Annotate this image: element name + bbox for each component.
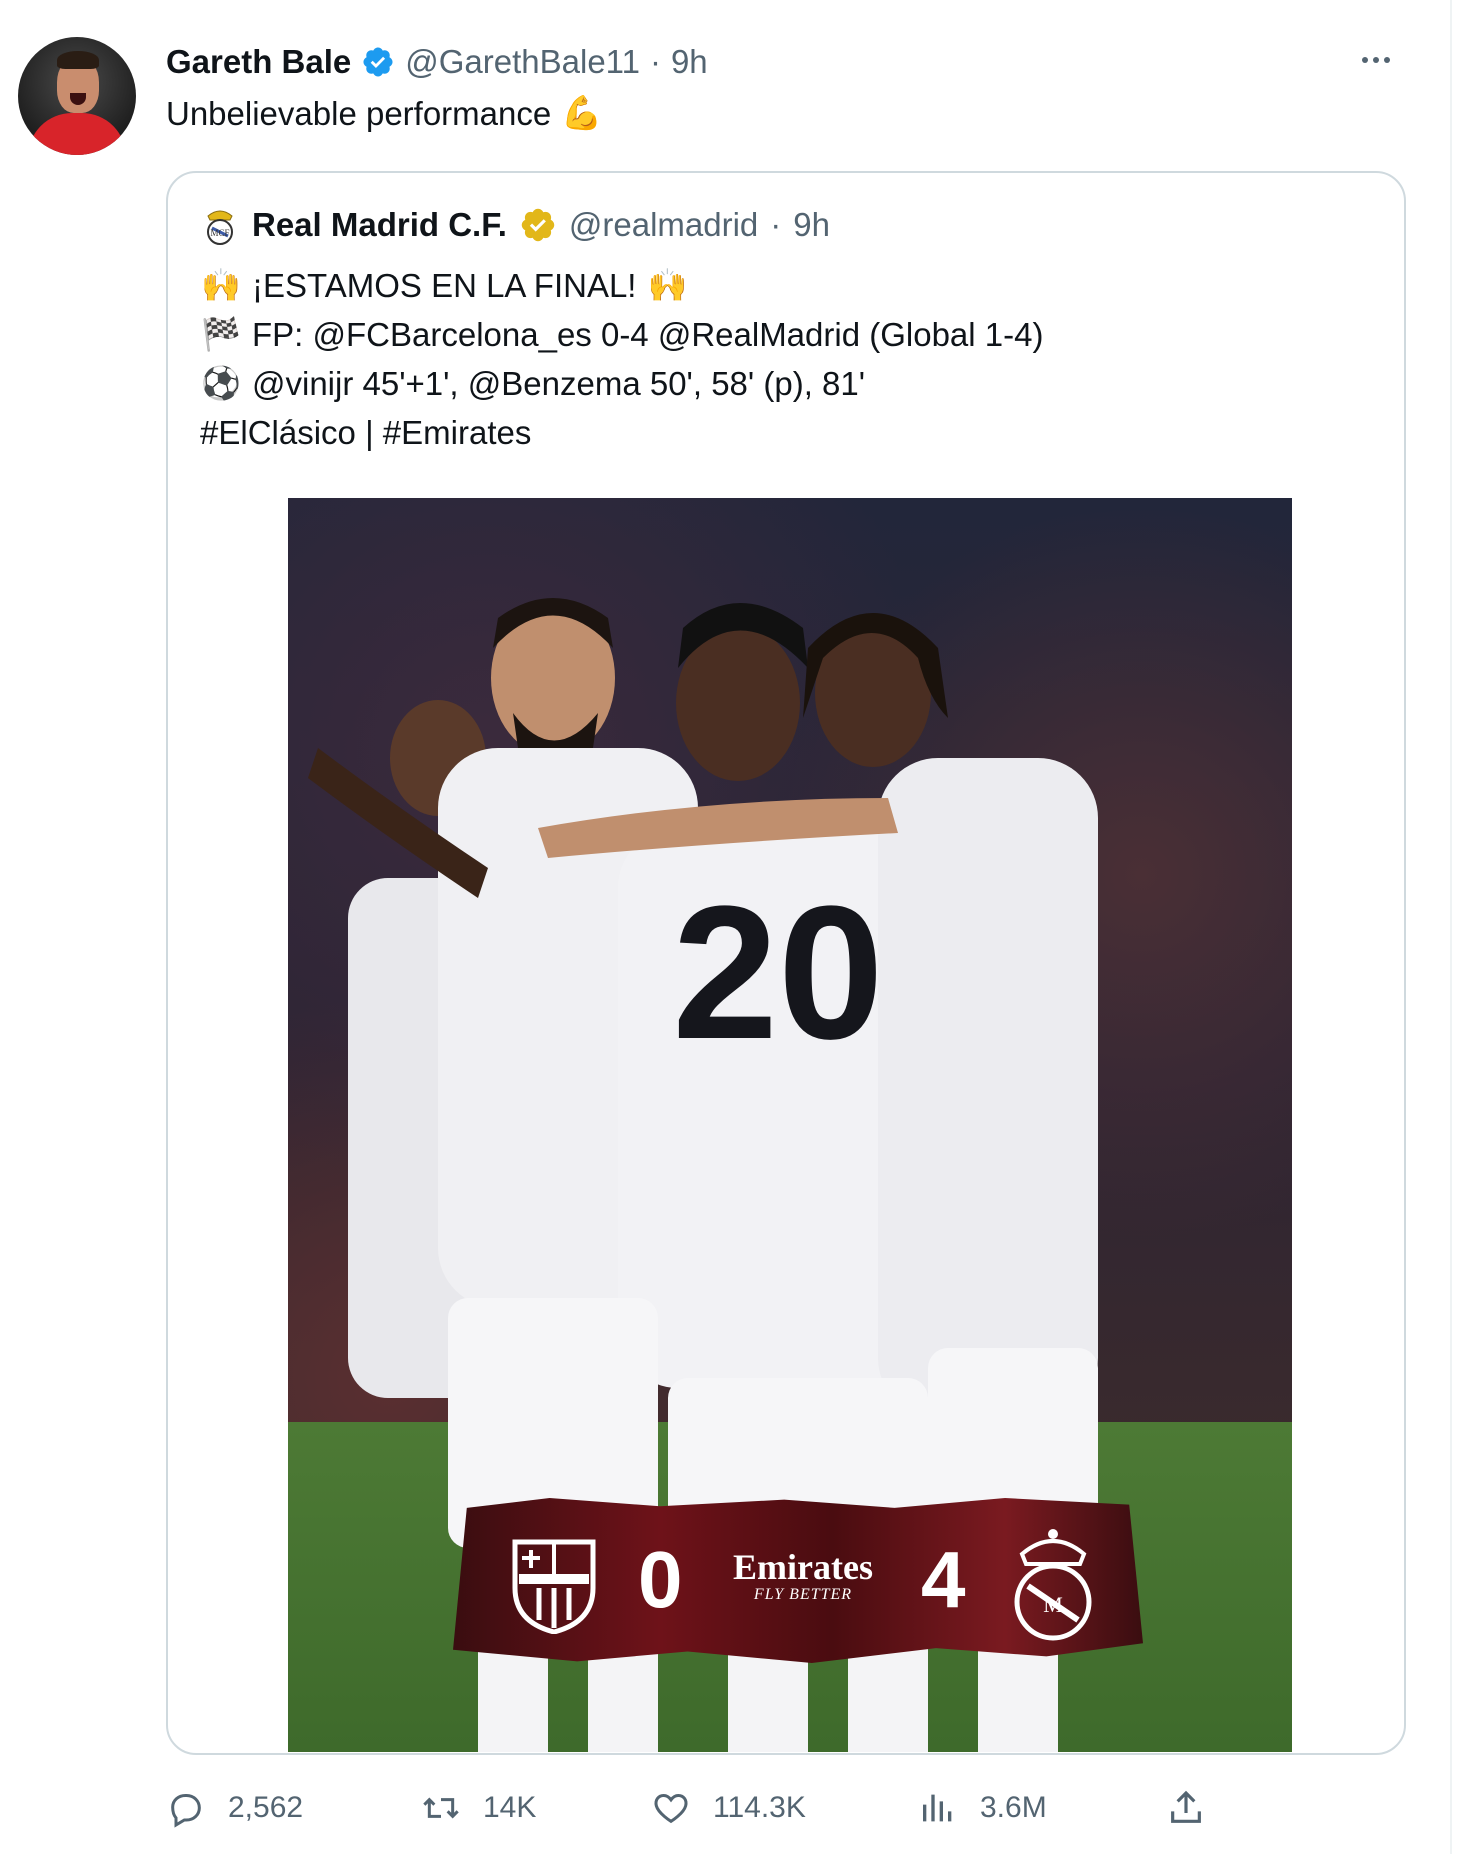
handle[interactable]: @GarethBale11	[405, 43, 640, 81]
quoted-tweet-header: MCF Real Madrid C.F. @realmadrid · 9h	[200, 203, 830, 247]
retweet-button[interactable]: 14K	[421, 1783, 536, 1833]
tweet-header: Gareth Bale @GarethBale11 · 9h	[166, 42, 708, 82]
hashtags-text: #ElClásico | #Emirates	[200, 414, 532, 451]
retweet-icon	[423, 1797, 459, 1819]
quoted-timestamp[interactable]: 9h	[793, 206, 830, 244]
heart-icon	[654, 1793, 688, 1824]
quoted-handle[interactable]: @realmadrid	[569, 206, 758, 244]
separator-dot: ·	[770, 206, 782, 243]
verified-gold-badge-icon	[521, 208, 555, 242]
timestamp[interactable]: 9h	[671, 43, 708, 81]
more-dots-icon	[1362, 57, 1368, 63]
tweet-action-bar: 2,562 14K 114.3K 3.6M	[166, 1783, 1386, 1833]
share-button[interactable]	[1166, 1783, 1206, 1833]
fc-barcelona-crest-icon	[512, 1539, 596, 1634]
home-score: 0	[638, 1535, 683, 1624]
flexed-biceps-emoji-icon: 💪	[561, 94, 603, 131]
like-count: 114.3K	[713, 1791, 806, 1824]
shirt-number: 20	[672, 867, 883, 1079]
views-chart-icon	[923, 1794, 952, 1822]
quoted-display-name[interactable]: Real Madrid C.F.	[252, 206, 507, 244]
separator-dot: ·	[649, 43, 661, 80]
display-name[interactable]: Gareth Bale	[166, 43, 351, 81]
quoted-tweet-card[interactable]: MCF Real Madrid C.F. @realmadrid · 9h 🙌 …	[166, 171, 1406, 1755]
quoted-line-text: FP: @FCBarcelona_es 0-4 @RealMadrid (Glo…	[252, 316, 1044, 353]
reply-icon	[171, 1794, 201, 1828]
avatar[interactable]	[18, 37, 136, 155]
score-banner: 0 Emirates FLY BETTER 4 M	[453, 1498, 1143, 1663]
quoted-line-text: @vinijr 45'+1', @Benzema 50', 58' (p), 8…	[252, 365, 866, 402]
quoted-line: #ElClásico | #Emirates	[200, 408, 1043, 457]
quoted-line: 🙌 ¡ESTAMOS EN LA FINAL! 🙌	[200, 261, 1043, 310]
views-count: 3.6M	[980, 1791, 1047, 1824]
sponsor-tagline: FLY BETTER	[753, 1586, 853, 1603]
views-button[interactable]: 3.6M	[918, 1783, 1047, 1833]
reply-button[interactable]: 2,562	[166, 1783, 303, 1833]
quoted-line: 🏁 FP: @FCBarcelona_es 0-4 @RealMadrid (G…	[200, 310, 1043, 359]
soccer-ball-emoji-icon: ⚽	[201, 365, 241, 401]
timeline-divider	[1450, 0, 1452, 1854]
reply-count: 2,562	[228, 1791, 304, 1824]
quoted-tweet-text: 🙌 ¡ESTAMOS EN LA FINAL! 🙌 🏁 FP: @FCBarce…	[200, 261, 1043, 457]
real-madrid-crest-avatar-icon[interactable]: MCF	[200, 205, 240, 245]
tweet-text: Unbelievable performance 💪	[166, 94, 602, 133]
svg-text:M: M	[1043, 1592, 1063, 1617]
chequered-flag-emoji-icon: 🏁	[201, 316, 241, 352]
retweet-count: 14K	[483, 1791, 537, 1824]
share-icon	[1171, 1790, 1201, 1823]
tweet-photo[interactable]: 20 0 Emirates FLY BETTER 4 M	[288, 498, 1292, 1752]
quoted-line-text: ¡ESTAMOS EN LA FINAL!	[252, 267, 637, 304]
real-madrid-crest-icon: M	[1014, 1529, 1092, 1641]
verified-badge-icon	[363, 47, 393, 77]
like-button[interactable]: 114.3K	[651, 1783, 806, 1833]
more-options-button[interactable]	[1354, 46, 1398, 74]
raising-hands-emoji-icon: 🙌	[647, 267, 688, 303]
raising-hands-emoji-icon: 🙌	[201, 267, 241, 303]
quoted-line: ⚽ @vinijr 45'+1', @Benzema 50', 58' (p),…	[200, 359, 1043, 408]
sponsor-name: Emirates	[733, 1547, 873, 1587]
sponsor-logo: Emirates FLY BETTER	[723, 1548, 883, 1604]
away-score: 4	[921, 1535, 966, 1624]
svg-text:MCF: MCF	[210, 228, 229, 238]
tweet-body: Unbelievable performance	[166, 94, 552, 132]
